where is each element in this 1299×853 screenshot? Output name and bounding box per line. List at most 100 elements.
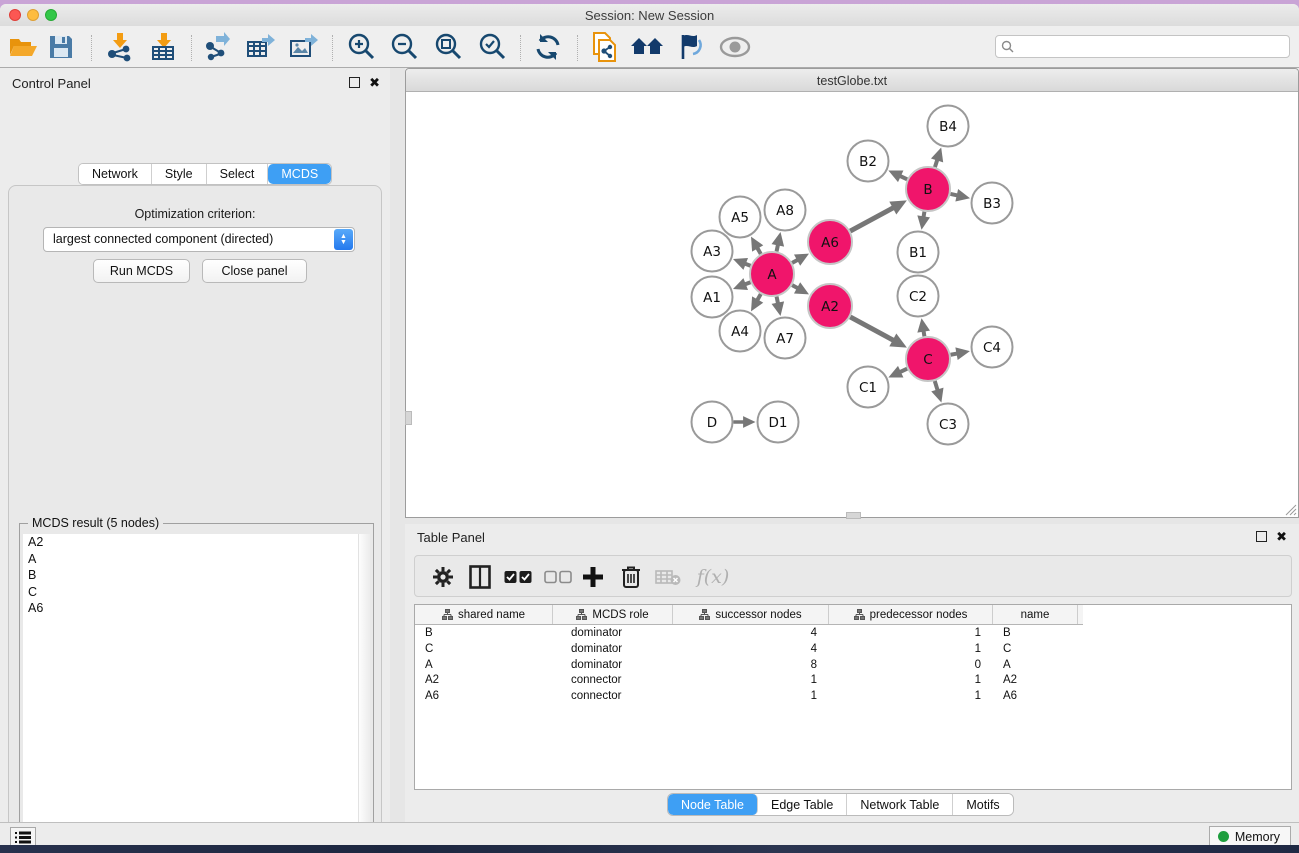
float-table-panel-icon[interactable]: [1256, 531, 1267, 542]
result-item[interactable]: A2: [23, 534, 358, 551]
zoom-selected-icon[interactable]: [475, 32, 509, 62]
node-label-B3: B3: [983, 196, 1001, 212]
network-graph[interactable]: AA1A2A3A4A5A6A7A8BB1B2B3B4CC1C2C3C4DD1: [407, 93, 1297, 517]
result-scrollbar[interactable]: [358, 534, 370, 845]
zoom-out-icon[interactable]: [387, 32, 421, 62]
import-network-icon[interactable]: [103, 32, 137, 62]
settings-gear-icon[interactable]: [428, 562, 458, 592]
toolbar-separator: [577, 35, 578, 61]
table-panel-title: Table Panel: [417, 530, 485, 545]
mcds-result-list[interactable]: A2ABCA6: [23, 534, 358, 845]
column-header-name[interactable]: name: [993, 605, 1078, 624]
column-selector-icon[interactable]: [465, 562, 495, 592]
export-table-icon[interactable]: [243, 32, 277, 62]
arrowhead-icon: [743, 416, 755, 428]
run-mcds-button[interactable]: Run MCDS: [93, 259, 190, 283]
new-network-from-selection-icon[interactable]: [588, 32, 622, 62]
hide-details-icon[interactable]: [673, 32, 707, 62]
float-panel-icon[interactable]: [349, 77, 360, 88]
import-table-icon[interactable]: [147, 32, 181, 62]
tab-style[interactable]: Style: [152, 164, 207, 184]
zoom-fit-icon[interactable]: [431, 32, 465, 62]
edge-A2-C[interactable]: [850, 317, 894, 341]
close-panel-icon[interactable]: ✖: [369, 77, 380, 88]
close-panel-button[interactable]: Close panel: [202, 259, 307, 283]
table-cell: A6: [415, 689, 553, 705]
node-label-B4: B4: [939, 119, 957, 135]
table-row[interactable]: Cdominator41C: [415, 642, 1291, 658]
toolbar-separator: [91, 35, 92, 61]
first-neighbors-icon[interactable]: [630, 32, 664, 62]
select-all-icon[interactable]: [503, 562, 533, 592]
table-row[interactable]: Adominator80A: [415, 658, 1291, 674]
node-label-A6: A6: [821, 235, 839, 251]
zoom-in-icon[interactable]: [344, 32, 378, 62]
result-item[interactable]: C: [23, 584, 358, 601]
tab-mcds[interactable]: MCDS: [268, 164, 331, 184]
show-graphics-icon[interactable]: [718, 32, 752, 62]
canvas-bottom-scroll-nub[interactable]: [846, 512, 861, 519]
network-title: testGlobe.txt: [406, 74, 1298, 88]
table-tabs: Node TableEdge TableNetwork TableMotifs: [667, 793, 1014, 816]
table-cell: 4: [673, 642, 829, 658]
save-session-icon[interactable]: [44, 32, 78, 62]
tab-select[interactable]: Select: [207, 164, 269, 184]
edge-A6-B[interactable]: [850, 207, 894, 231]
window-resize-grip[interactable]: [1284, 503, 1297, 516]
network-view-window: testGlobe.txt AA1A2A3A4A5A6A7A8BB1B2B3B4…: [405, 68, 1299, 518]
node-table[interactable]: shared nameMCDS rolesuccessor nodesprede…: [414, 604, 1292, 790]
canvas-left-scroll-nub[interactable]: [405, 411, 412, 425]
open-session-icon[interactable]: [6, 32, 40, 62]
deselect-all-icon[interactable]: [543, 562, 573, 592]
shared-column-icon: [442, 609, 453, 620]
shared-column-icon: [854, 609, 865, 620]
column-header-predecessor-nodes[interactable]: predecessor nodes: [829, 605, 993, 624]
close-table-panel-icon[interactable]: ✖: [1276, 531, 1287, 542]
tab-network-table[interactable]: Network Table: [847, 794, 953, 815]
table-row[interactable]: A2connector11A2: [415, 673, 1291, 689]
control-panel-title: Control Panel: [12, 76, 91, 91]
column-header-successor-nodes[interactable]: successor nodes: [673, 605, 829, 624]
tab-motifs[interactable]: Motifs: [953, 794, 1012, 815]
table-cell: B: [993, 626, 1078, 642]
task-history-button[interactable]: [10, 827, 36, 845]
table-cell: connector: [553, 673, 673, 689]
apply-layout-icon[interactable]: [531, 32, 565, 62]
tab-network[interactable]: Network: [79, 164, 152, 184]
desktop-wallpaper-strip: [0, 845, 1299, 853]
arrowhead-icon: [931, 147, 943, 162]
node-label-A3: A3: [703, 244, 721, 260]
column-header-MCDS-role[interactable]: MCDS role: [553, 605, 673, 624]
table-cell: A2: [415, 673, 553, 689]
export-network-icon[interactable]: [200, 32, 234, 62]
node-label-A8: A8: [776, 203, 794, 219]
search-input[interactable]: [995, 35, 1290, 58]
table-cell: connector: [553, 689, 673, 705]
delete-table-disabled-icon: [653, 562, 683, 592]
criterion-select[interactable]: largest connected component (directed) ▲…: [43, 227, 355, 252]
arrowhead-icon: [955, 347, 970, 360]
memory-button[interactable]: Memory: [1209, 826, 1291, 845]
export-image-icon[interactable]: [286, 32, 320, 62]
node-label-A4: A4: [731, 324, 749, 340]
node-label-A7: A7: [776, 331, 794, 347]
table-row[interactable]: Bdominator41B: [415, 626, 1291, 642]
node-label-A1: A1: [703, 290, 721, 306]
vertical-splitter[interactable]: [390, 68, 405, 822]
column-header-shared-name[interactable]: shared name: [415, 605, 553, 624]
result-item[interactable]: B: [23, 567, 358, 584]
tab-node-table[interactable]: Node Table: [668, 794, 758, 815]
network-canvas[interactable]: AA1A2A3A4A5A6A7A8BB1B2B3B4CC1C2C3C4DD1: [407, 93, 1297, 517]
tab-edge-table[interactable]: Edge Table: [758, 794, 847, 815]
table-row[interactable]: A6connector11A6: [415, 689, 1291, 705]
node-label-C1: C1: [859, 380, 877, 396]
mcds-panel: Optimization criterion: largest connecte…: [8, 185, 382, 845]
result-item[interactable]: A6: [23, 600, 358, 617]
result-item[interactable]: A: [23, 551, 358, 568]
criterion-value: largest connected component (directed): [53, 232, 273, 246]
delete-column-icon[interactable]: [616, 562, 646, 592]
node-label-C3: C3: [939, 417, 957, 433]
select-stepper-icon: ▲▼: [334, 229, 353, 250]
table-cell: 1: [829, 673, 993, 689]
add-column-icon[interactable]: [578, 562, 608, 592]
